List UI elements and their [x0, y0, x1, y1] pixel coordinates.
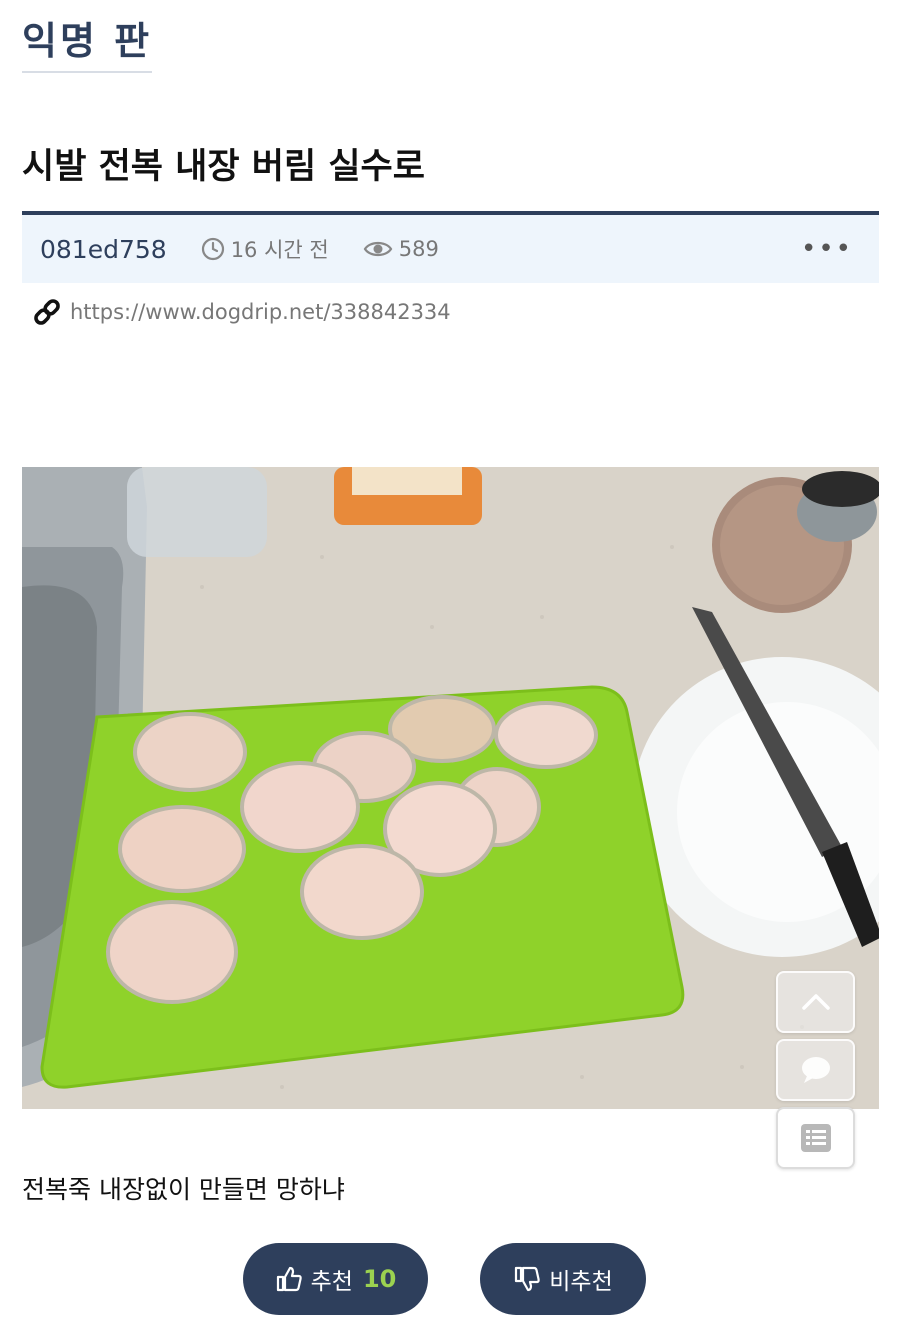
post-views-count: 589	[398, 237, 439, 261]
chevron-up-icon	[801, 994, 830, 1010]
post-url[interactable]: https://www.dogdrip.net/338842334	[70, 300, 451, 324]
thumbs-up-icon	[276, 1266, 302, 1292]
post-url-row: https://www.dogdrip.net/338842334	[32, 297, 451, 327]
list-icon	[800, 1124, 831, 1152]
post-title: 시발 전복 내장 버림 실수로	[22, 147, 425, 187]
downvote-button[interactable]: 비추천	[480, 1243, 646, 1315]
scroll-top-button[interactable]	[776, 971, 855, 1033]
board-title[interactable]: 익명 판	[22, 10, 153, 73]
post-meta-bar: 081ed758 16 시간 전 589 •••	[22, 211, 879, 283]
list-button[interactable]	[776, 1107, 855, 1169]
post-body: 전복죽 내장없이 만들면 망하냐	[22, 1175, 345, 1204]
clock-icon	[201, 237, 224, 261]
comment-icon	[801, 1057, 830, 1083]
eye-icon	[363, 241, 393, 257]
post-time-text: 16 시간 전	[230, 238, 329, 262]
upvote-count: 10	[362, 1265, 397, 1293]
post-time: 16 시간 전	[201, 234, 329, 264]
upvote-button[interactable]: 추천 10	[243, 1243, 428, 1315]
post-views: 589	[363, 237, 439, 261]
link-icon[interactable]	[32, 297, 62, 327]
comment-button[interactable]	[776, 1039, 855, 1101]
post-image	[22, 467, 879, 1109]
upvote-label: 추천	[310, 1269, 353, 1295]
downvote-label: 비추천	[549, 1269, 613, 1295]
thumbs-down-icon	[515, 1266, 540, 1292]
more-icon[interactable]: •••	[801, 236, 853, 262]
post-author[interactable]: 081ed758	[40, 235, 167, 264]
